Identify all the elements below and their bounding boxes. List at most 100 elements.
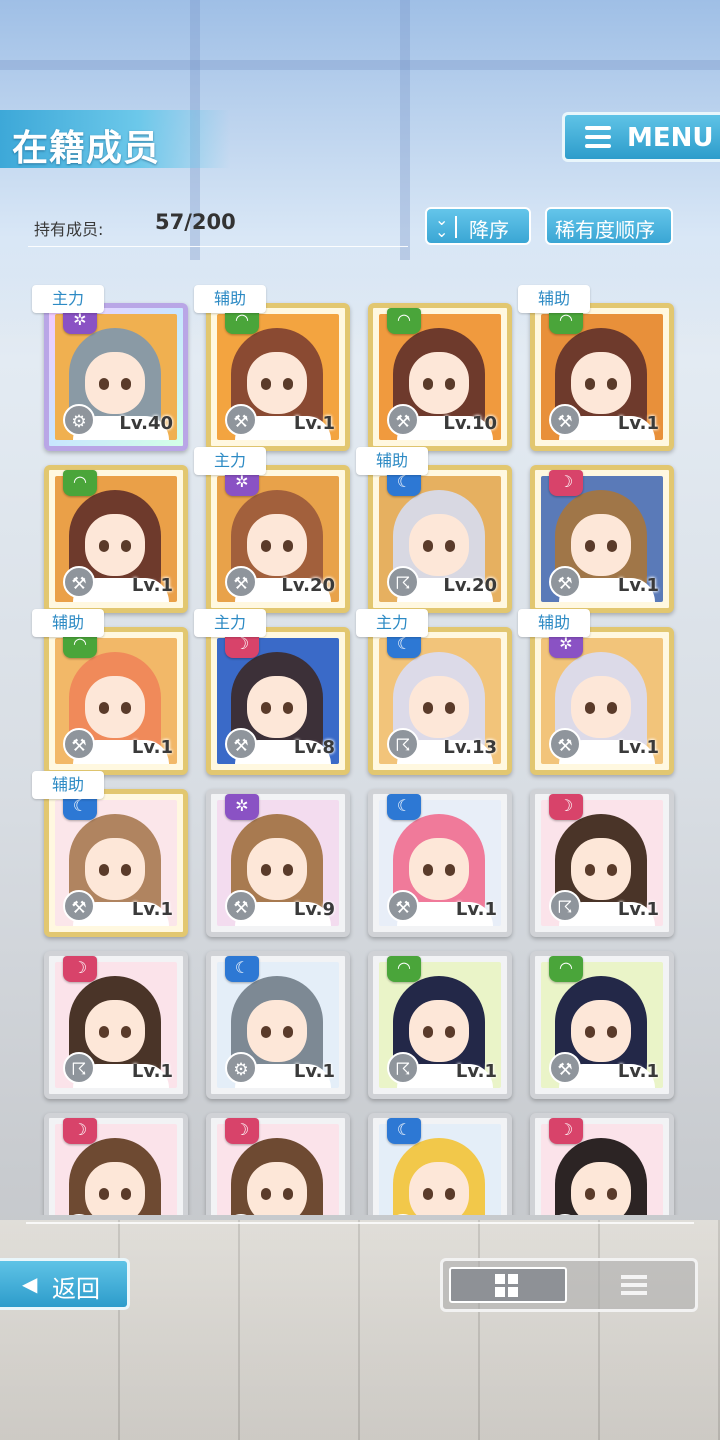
blue-attribute-icon: ☾ [225,956,259,982]
card-frame: ◠ ⚒ Lv.1 [530,303,674,451]
menu-button[interactable]: MENU [562,112,720,162]
card-frame: ☽ ☈ Lv.1 [530,789,674,937]
hammer-icon: ⚒ [225,566,257,598]
role-badge: 辅助 [518,285,590,313]
level-label: Lv.10 [443,413,497,434]
pink-attribute-icon: ☽ [549,1118,583,1144]
member-card[interactable]: ☾ ⚙ Lv.1 [192,943,354,1105]
card-frame: ☽⚒ [44,1113,188,1215]
sort-key-button[interactable]: 稀有度顺序 [545,207,673,245]
hammer-icon: ⚒ [387,890,419,922]
list-view-button[interactable] [573,1267,691,1303]
member-card[interactable]: ✲ ⚒ Lv.9 [192,781,354,943]
role-badge: 主力 [194,609,266,637]
wrench-icon: ⚒ [387,404,419,436]
scythe-icon: ☈ [63,1052,95,1084]
sort-direction-button[interactable]: ⌄ ⌄ 降序 [425,207,531,245]
member-card[interactable]: ✲ ⚒ Lv.20 主力 [192,447,354,619]
card-frame: ☽⚒ [206,1113,350,1215]
member-card[interactable]: ◠ ⚒ Lv.1 辅助 [192,285,354,457]
member-card[interactable]: ☾ ⚒ Lv.1 [354,781,516,943]
card-frame: ◠ ⚒ Lv.1 [44,465,188,613]
member-card[interactable]: ☾⚒ [354,1105,516,1215]
member-card[interactable]: ✲ ⚒ Lv.1 辅助 [516,609,678,781]
scythe-icon: ☈ [549,890,581,922]
member-card[interactable]: ☽ ⚒ Lv.1 [516,457,678,619]
member-card[interactable]: ◠ ⚒ Lv.1 [516,943,678,1105]
green-attribute-icon: ◠ [63,470,97,496]
member-card[interactable]: ◠ ⚒ Lv.10 [354,295,516,457]
card-frame: ☾ ☈ Lv.20 [368,465,512,613]
wrench-icon: ⚒ [63,890,95,922]
member-card[interactable]: ☽ ⚒ Lv.8 主力 [192,609,354,781]
pink-attribute-icon: ☽ [549,794,583,820]
card-frame: ☾ ☈ Lv.13 [368,627,512,775]
member-card[interactable]: ☾ ☈ Lv.20 辅助 [354,447,516,619]
wrench-icon: ⚒ [549,728,581,760]
member-grid: ✲ ⚙ Lv.40 主力 ◠ ⚒ Lv.1 辅助 ◠ ⚒ Lv.10 ◠ ⚒ Lv.1 辅助 ◠ ⚒ Lv.1 ✲ ⚒… [30,283,690,1215]
scythe-icon: ☈ [387,728,419,760]
member-card[interactable]: ◠ ☈ Lv.1 [354,943,516,1105]
member-card[interactable]: ✲ ⚙ Lv.40 主力 [30,285,192,457]
card-frame: ◠ ⚒ Lv.1 [530,951,674,1099]
menu-label: MENU [627,123,714,153]
role-badge: 辅助 [32,771,104,799]
member-card[interactable]: ☽ ☈ Lv.1 [30,943,192,1105]
gear-icon: ⚙ [225,1052,257,1084]
member-card[interactable]: ◠ ⚒ Lv.1 辅助 [30,609,192,781]
green-attribute-icon: ◠ [549,956,583,982]
level-label: Lv.20 [443,575,497,596]
role-badge: 辅助 [32,609,104,637]
scythe-icon: ☈ [387,1052,419,1084]
member-card[interactable]: ☽ ☈ Lv.1 [516,781,678,943]
member-card[interactable]: ☽⚒ [30,1105,192,1215]
hammer-icon: ⚒ [63,728,95,760]
background-window-frame [0,60,720,70]
member-card[interactable]: ☾ ☈ Lv.13 主力 [354,609,516,781]
card-frame: ☽ ☈ Lv.1 [44,951,188,1099]
background-floor [0,1220,720,1440]
wrench-icon: ⚒ [225,404,257,436]
background-window-frame [400,0,410,260]
member-card[interactable]: ◠ ⚒ Lv.1 [30,457,192,619]
level-label: Lv.13 [443,737,497,758]
view-toggle [440,1258,698,1312]
level-label: Lv.1 [131,899,173,920]
member-card[interactable]: ◠ ⚒ Lv.1 辅助 [516,285,678,457]
scythe-icon: ☈ [387,566,419,598]
level-label: Lv.1 [455,1061,497,1082]
blue-attribute-icon: ☾ [387,794,421,820]
role-badge: 主力 [356,609,428,637]
green-attribute-icon: ◠ [387,308,421,334]
level-label: Lv.8 [293,737,335,758]
card-frame: ☾⚒ [368,1113,512,1215]
member-card[interactable]: ☾ ⚒ Lv.1 辅助 [30,771,192,943]
wrench-icon: ⚒ [63,566,95,598]
level-label: Lv.9 [293,899,335,920]
card-frame: ☾ ⚒ Lv.1 [44,789,188,937]
level-label: Lv.1 [617,899,659,920]
member-card[interactable]: ☽⚒ [516,1105,678,1215]
level-label: Lv.1 [131,575,173,596]
grid-divider [26,1222,694,1224]
grid-view-button[interactable] [449,1267,567,1303]
back-label: 返回 [52,1275,100,1303]
chevron-down-icon: ⌄ ⌄ [435,210,449,241]
card-frame: ◠ ☈ Lv.1 [368,951,512,1099]
gear-icon: ⚙ [63,404,95,436]
sort-key-label: 稀有度顺序 [555,218,655,242]
card-frame: ☾ ⚒ Lv.1 [368,789,512,937]
pink-attribute-icon: ☽ [63,1118,97,1144]
wrench-icon: ⚒ [225,728,257,760]
level-label: Lv.20 [281,575,335,596]
member-count-label: 持有成员: [34,220,104,239]
pink-attribute-icon: ☽ [549,470,583,496]
card-frame: ✲ ⚒ Lv.20 [206,465,350,613]
level-label: Lv.1 [293,413,335,434]
level-label: Lv.1 [617,413,659,434]
card-frame: ☾ ⚙ Lv.1 [206,951,350,1099]
blue-attribute-icon: ☾ [387,1118,421,1144]
back-button[interactable]: ◀ 返回 [0,1258,130,1310]
member-card[interactable]: ☽⚒ [192,1105,354,1215]
title-banner: 在籍成员 [0,110,230,169]
